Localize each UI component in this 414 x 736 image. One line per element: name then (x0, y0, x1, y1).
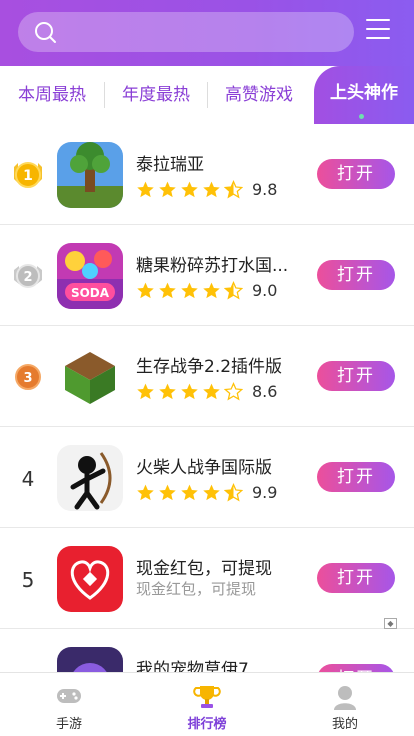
app-title: 泰拉瑞亚 (136, 155, 204, 175)
svg-text:SODA: SODA (71, 286, 110, 300)
trophy-icon (193, 686, 221, 708)
gamepad-icon (57, 689, 81, 703)
candy-crush-soda-icon[interactable]: SODA (57, 243, 123, 309)
nav-label: 手游 (55, 717, 82, 732)
svg-text:3: 3 (23, 371, 32, 386)
survivalcraft-icon[interactable] (57, 344, 123, 410)
tab-yearly[interactable]: 年度最热 (110, 66, 202, 124)
star-half-icon (224, 180, 243, 199)
tab-divider (207, 82, 208, 108)
ad-badge-icon: ◆ (384, 618, 397, 629)
gold-medal-icon: 1 (14, 162, 42, 188)
active-tab-indicator (359, 114, 364, 119)
star-full-icon (137, 383, 154, 400)
star-full-icon (181, 383, 198, 400)
tab-top-rated[interactable]: 高赞游戏 (213, 66, 305, 124)
open-button[interactable]: 打开 (317, 462, 395, 492)
star-full-icon (181, 484, 198, 501)
tab-divider (104, 82, 105, 108)
rating-stars: 9.8 (136, 180, 277, 199)
tab-addictive[interactable]: 上头神作 (314, 66, 414, 124)
star-full-icon (203, 484, 220, 501)
app-title: 火柴人战争国际版 (136, 458, 272, 478)
star-full-icon (181, 181, 198, 198)
bronze-medal-icon: 3 (15, 364, 41, 390)
open-button[interactable]: 打开 (317, 563, 395, 593)
rank-number: 4 (21, 467, 35, 491)
score: 9.8 (252, 180, 278, 199)
app-subtitle: 现金红包，可提现 (136, 580, 257, 598)
star-full-icon (159, 282, 176, 299)
tab-weekly[interactable]: 本周最热 (6, 66, 98, 124)
nav-games[interactable]: 手游 (0, 673, 138, 736)
open-button[interactable]: 打开 (317, 159, 395, 189)
star-full-icon (137, 282, 154, 299)
nav-ranking[interactable]: 排行榜 (138, 673, 276, 736)
score: 9.9 (252, 483, 278, 502)
rating-stars: 9.9 (136, 483, 277, 502)
svg-text:2: 2 (23, 270, 32, 285)
star-full-icon (181, 282, 198, 299)
silver-medal-icon: 2 (14, 264, 42, 288)
search-icon (35, 22, 56, 43)
star-full-icon (203, 181, 220, 198)
rating-stars: 8.6 (136, 382, 277, 401)
svg-text:1: 1 (23, 168, 33, 184)
nav-profile[interactable]: 我的 (276, 673, 414, 736)
nav-label: 我的 (331, 717, 358, 732)
star-half-icon (224, 281, 243, 300)
rating-stars: 9.0 (136, 281, 277, 300)
red-packet-icon[interactable] (57, 546, 123, 612)
rank-number: 5 (21, 568, 35, 592)
app-title: 生存战争2.2插件版 (136, 357, 283, 377)
open-button[interactable]: 打开 (317, 260, 395, 290)
list-item[interactable]: 3 生存战争2.2插件版 8.6 打开 (0, 326, 414, 427)
search-bar[interactable] (18, 12, 354, 52)
app-title: 现金红包，可提现 (136, 559, 272, 579)
open-button[interactable]: 打开 (317, 361, 395, 391)
bottom-nav: 手游 排行榜 我的 (0, 672, 414, 736)
user-icon (334, 686, 356, 710)
star-full-icon (137, 181, 154, 198)
star-full-icon (203, 282, 220, 299)
star-full-icon (203, 383, 220, 400)
score: 8.6 (252, 382, 278, 401)
stick-war-icon[interactable] (57, 445, 123, 511)
list-item[interactable]: 5 现金红包，可提现 现金红包，可提现 打开 (0, 528, 414, 629)
star-half-icon (224, 483, 243, 502)
list-item[interactable]: 2 SODA 糖果粉碎苏打水国... 9.0 打开 (0, 225, 414, 326)
menu-icon[interactable] (366, 19, 390, 41)
star-full-icon (159, 484, 176, 501)
nav-label: 排行榜 (187, 717, 227, 732)
score: 9.0 (252, 281, 278, 300)
star-empty-icon (224, 382, 243, 401)
list-item[interactable]: 4 火柴人战争国际版 9.9 打开 (0, 427, 414, 528)
star-full-icon (159, 181, 176, 198)
list-item[interactable]: 1 泰拉瑞亚 9.8 打开 (0, 124, 414, 225)
ranking-list: 1 泰拉瑞亚 9.8 打开 2 SODA 糖果粉碎苏打水国... 9.0 打开 … (0, 124, 414, 730)
app-title: 糖果粉碎苏打水国... (136, 256, 289, 276)
star-full-icon (137, 484, 154, 501)
star-full-icon (159, 383, 176, 400)
terraria-icon[interactable] (57, 142, 123, 208)
